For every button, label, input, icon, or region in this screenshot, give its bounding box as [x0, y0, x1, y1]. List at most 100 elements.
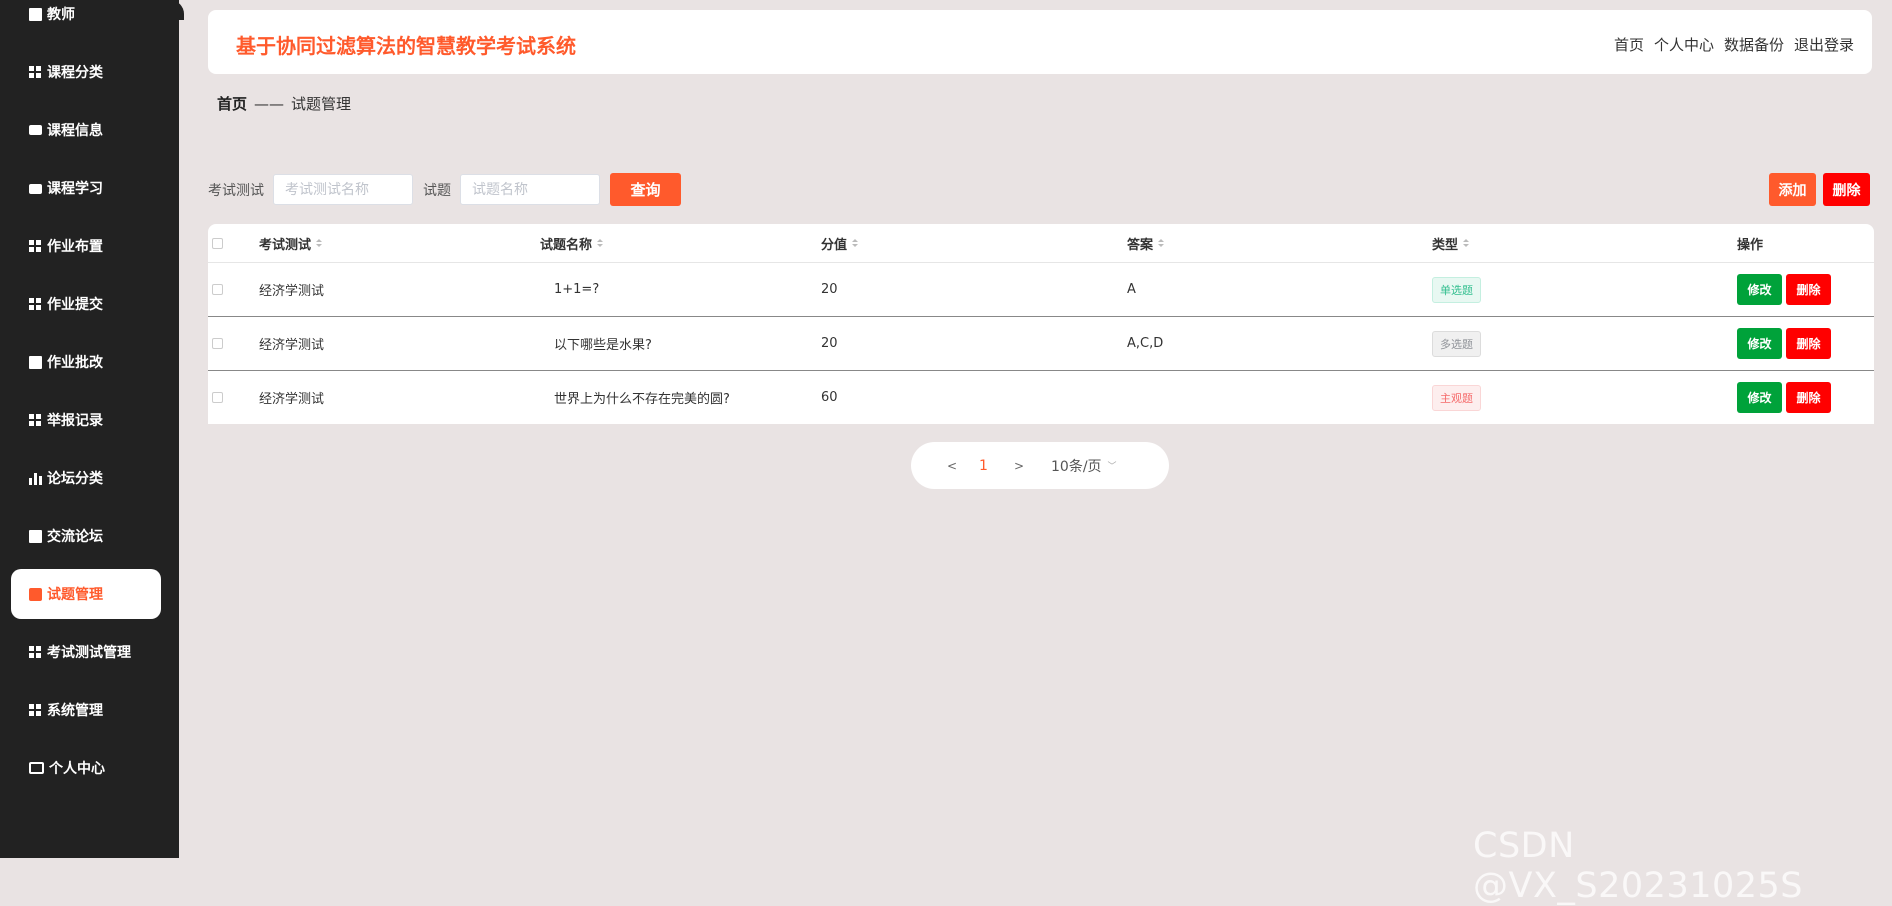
sidebar-item-label: 系统管理	[47, 703, 103, 719]
sidebar-item-homework-submit[interactable]: 作业提交	[11, 279, 161, 329]
chat-icon	[29, 125, 42, 135]
column-header-type[interactable]: 类型	[1432, 224, 1470, 262]
nav-data-backup-link[interactable]: 数据备份	[1724, 34, 1784, 55]
question-search-label: 试题	[423, 182, 451, 199]
sidebar-item-label: 试题管理	[47, 587, 103, 603]
sidebar-item-question-manage[interactable]: 试题管理	[11, 569, 161, 619]
sidebar-item-exam-manage[interactable]: 考试测试管理	[11, 627, 161, 677]
column-header-exam[interactable]: 考试测试	[259, 224, 323, 262]
prev-page-button[interactable]: <	[947, 459, 957, 473]
column-header-score[interactable]: 分值	[821, 224, 859, 262]
sort-icon[interactable]	[597, 239, 604, 247]
sidebar: 教师 课程分类 课程信息 课程学习 作业布置 作业提交 作业批改 举报记录 论坛…	[0, 0, 179, 858]
sort-icon[interactable]	[1463, 239, 1470, 247]
batch-delete-button[interactable]: 删除	[1823, 173, 1870, 206]
cell-exam: 经济学测试	[259, 338, 325, 353]
sidebar-item-homework-assign[interactable]: 作业布置	[11, 221, 161, 271]
grid-icon	[29, 703, 42, 717]
sidebar-item-personal-center[interactable]: 个人中心	[11, 743, 161, 793]
sort-icon[interactable]	[1158, 239, 1165, 247]
page-size-select[interactable]: 10条/页 ﹀	[1051, 456, 1117, 476]
cell-answer: A,C,D	[1127, 336, 1164, 351]
sidebar-item-label: 课程学习	[47, 181, 103, 197]
add-button[interactable]: 添加	[1769, 173, 1816, 206]
row-checkbox[interactable]	[212, 392, 223, 403]
exam-search-input[interactable]	[273, 174, 413, 205]
column-header-answer[interactable]: 答案	[1127, 224, 1165, 262]
type-badge: 多选题	[1432, 330, 1481, 357]
cell-score: 20	[821, 336, 838, 351]
sidebar-item-forum-category[interactable]: 论坛分类	[11, 453, 161, 503]
breadcrumb: 首页 —— 试题管理	[217, 93, 351, 114]
cell-question: 以下哪些是水果?	[554, 338, 652, 353]
table-header: 考试测试 试题名称 分值 答案 类型 操作	[208, 224, 1874, 262]
sidebar-item-forum[interactable]: 交流论坛	[11, 511, 161, 561]
cell-answer: A	[1127, 282, 1136, 297]
top-nav: 首页 个人中心 数据备份 退出登录	[1614, 34, 1854, 55]
sidebar-item-course-category[interactable]: 课程分类	[11, 47, 161, 97]
breadcrumb-home[interactable]: 首页	[217, 93, 247, 114]
exam-search-label: 考试测试	[208, 182, 264, 199]
select-all-checkbox[interactable]	[212, 237, 223, 249]
row-checkbox[interactable]	[212, 284, 223, 295]
sidebar-item-label: 考试测试管理	[47, 645, 131, 661]
sidebar-item-label: 作业批改	[47, 355, 103, 371]
clipboard-icon	[29, 355, 42, 369]
column-header-label: 分值	[821, 237, 848, 253]
cell-exam: 经济学测试	[259, 392, 325, 407]
sidebar-item-label: 教师	[47, 7, 75, 23]
sort-icon[interactable]	[316, 239, 323, 247]
page-number[interactable]: 1	[979, 458, 988, 474]
column-header-label: 试题名称	[540, 237, 593, 253]
table-icon	[29, 413, 42, 427]
delete-button[interactable]: 删除	[1786, 382, 1831, 413]
delete-button[interactable]: 删除	[1786, 328, 1831, 359]
sidebar-item-teacher[interactable]: 教师	[11, 0, 161, 39]
sidebar-item-label: 论坛分类	[47, 471, 103, 487]
sidebar-item-label: 举报记录	[47, 413, 103, 429]
question-search-input[interactable]	[460, 174, 600, 205]
grid-icon	[29, 297, 42, 311]
question-table: 考试测试 试题名称 分值 答案 类型 操作 经济学测试 1+1=? 20 A 单…	[208, 224, 1874, 424]
type-badge: 单选题	[1432, 276, 1481, 303]
breadcrumb-separator: ——	[254, 94, 285, 113]
row-checkbox[interactable]	[212, 338, 223, 349]
sidebar-item-report-record[interactable]: 举报记录	[11, 395, 161, 445]
sidebar-item-course-study[interactable]: 课程学习	[11, 163, 161, 213]
nav-personal-center-link[interactable]: 个人中心	[1654, 34, 1714, 55]
edit-button[interactable]: 修改	[1737, 328, 1782, 359]
cell-question: 世界上为什么不存在完美的圆?	[554, 392, 730, 407]
column-header-label: 类型	[1432, 237, 1459, 253]
pagination: < 1 > 10条/页 ﹀	[911, 442, 1169, 489]
sidebar-item-course-info[interactable]: 课程信息	[11, 105, 161, 155]
bar-chart-icon	[29, 471, 42, 485]
column-header-label: 答案	[1127, 237, 1154, 253]
next-page-button[interactable]: >	[1014, 459, 1024, 473]
sidebar-item-system-manage[interactable]: 系统管理	[11, 685, 161, 735]
sidebar-item-label: 作业布置	[47, 239, 103, 255]
edit-button[interactable]: 修改	[1737, 382, 1782, 413]
sidebar-item-label: 课程信息	[47, 123, 103, 139]
book-icon	[29, 7, 42, 21]
table-row: 经济学测试 1+1=? 20 A 单选题 修改 删除	[208, 262, 1874, 316]
cell-score: 20	[821, 282, 838, 297]
edit-button[interactable]: 修改	[1737, 274, 1782, 305]
type-badge: 主观题	[1432, 384, 1481, 411]
sort-icon[interactable]	[852, 239, 859, 247]
card-icon	[29, 762, 44, 774]
nav-home-link[interactable]: 首页	[1614, 34, 1644, 55]
delete-button[interactable]: 删除	[1786, 274, 1831, 305]
grid-icon	[29, 645, 42, 659]
query-button[interactable]: 查询	[610, 173, 681, 206]
table-row: 经济学测试 以下哪些是水果? 20 A,C,D 多选题 修改 删除	[208, 316, 1874, 370]
column-header-label: 操作	[1737, 237, 1764, 253]
cell-question: 1+1=?	[554, 282, 600, 297]
sidebar-curve	[170, 0, 184, 20]
sidebar-item-homework-grade[interactable]: 作业批改	[11, 337, 161, 387]
app-title: 基于协同过滤算法的智慧教学考试系统	[236, 34, 576, 58]
nav-logout-link[interactable]: 退出登录	[1794, 34, 1854, 55]
grid-icon	[29, 65, 42, 79]
cell-exam: 经济学测试	[259, 284, 325, 299]
column-header-question[interactable]: 试题名称	[540, 224, 604, 262]
breadcrumb-current: 试题管理	[291, 95, 352, 113]
